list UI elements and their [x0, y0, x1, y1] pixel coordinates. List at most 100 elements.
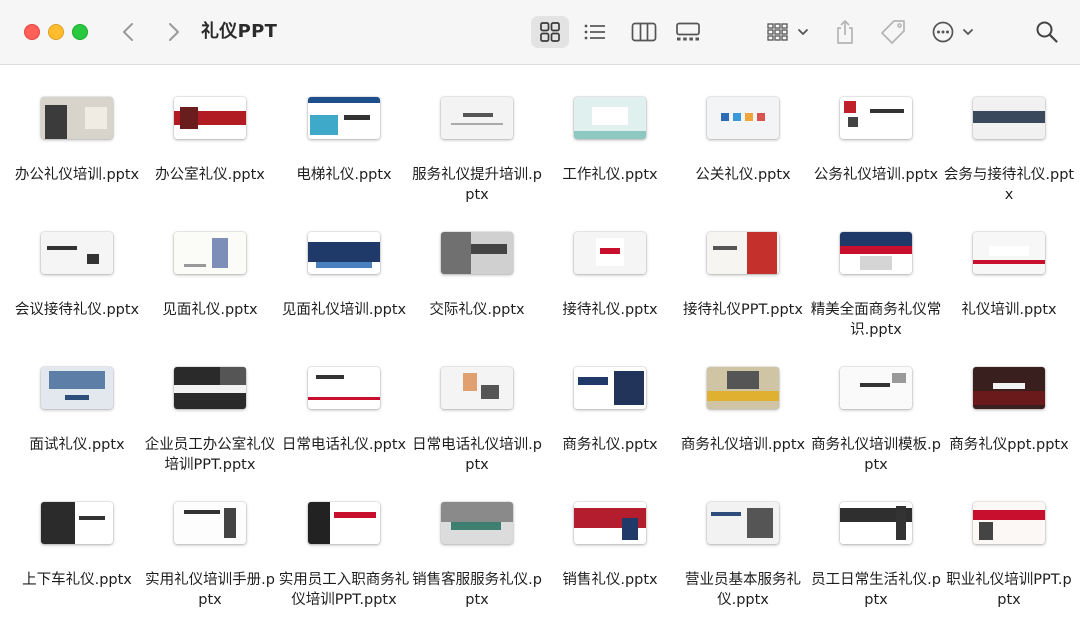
file-item[interactable]: 实用礼仪培训手册.pptx [143, 470, 277, 608]
file-thumbnail [441, 97, 513, 139]
file-name: 商务礼仪培训模板.pptx [811, 437, 941, 473]
file-name: 商务礼仪.pptx [562, 437, 658, 453]
column-view-icon [631, 22, 657, 42]
icon-view-button[interactable] [531, 16, 569, 48]
file-thumbnail [707, 502, 779, 544]
file-thumbnail [707, 97, 779, 139]
file-name: 会议接待礼仪.pptx [14, 302, 140, 318]
file-item[interactable]: 接待礼仪PPT.pptx [676, 200, 810, 320]
close-window-button[interactable] [24, 24, 40, 40]
file-item[interactable]: 商务礼仪.pptx [543, 335, 677, 455]
file-thumbnail [174, 502, 246, 544]
file-name: 商务礼仪ppt.pptx [949, 437, 1069, 453]
file-name: 职业礼仪培训PPT.pptx [946, 572, 1072, 608]
share-button[interactable] [832, 16, 858, 48]
file-item[interactable]: 礼仪培训.pptx [942, 200, 1076, 320]
toolbar: 礼仪PPT [0, 0, 1080, 65]
back-button[interactable] [118, 20, 140, 44]
share-icon [837, 20, 853, 44]
minimize-window-button[interactable] [48, 24, 64, 40]
file-thumbnail [973, 97, 1045, 139]
file-item[interactable]: 办公室礼仪.pptx [143, 65, 277, 185]
file-thumbnail [574, 367, 646, 409]
file-name: 办公室礼仪.pptx [155, 167, 265, 183]
file-thumbnail [441, 502, 513, 544]
file-thumbnail [308, 367, 380, 409]
file-name: 商务礼仪培训.pptx [680, 437, 806, 453]
chevron-right-icon [169, 23, 179, 41]
zoom-window-button[interactable] [72, 24, 88, 40]
file-item[interactable]: 工作礼仪.pptx [543, 65, 677, 185]
file-item[interactable]: 销售客服服务礼仪.pptx [410, 470, 544, 608]
file-thumbnail [41, 502, 113, 544]
file-item[interactable]: 商务礼仪ppt.pptx [942, 335, 1076, 455]
file-item[interactable]: 会议接待礼仪.pptx [10, 200, 144, 320]
file-item[interactable]: 公关礼仪.pptx [676, 65, 810, 185]
file-item[interactable]: 上下车礼仪.pptx [10, 470, 144, 590]
file-name: 见面礼仪培训.pptx [281, 302, 407, 318]
file-item[interactable]: 职业礼仪培训PPT.pptx [942, 470, 1076, 608]
file-thumbnail [41, 367, 113, 409]
search-button[interactable] [1032, 16, 1062, 48]
file-name: 销售客服服务礼仪.pptx [412, 572, 542, 608]
file-item[interactable]: 营业员基本服务礼仪.pptx [676, 470, 810, 608]
file-item[interactable]: 接待礼仪.pptx [543, 200, 677, 320]
file-name: 实用礼仪培训手册.pptx [145, 572, 275, 608]
file-name: 服务礼仪提升培训.pptx [412, 167, 542, 203]
file-item[interactable]: 见面礼仪培训.pptx [277, 200, 411, 320]
file-item[interactable]: 公务礼仪培训.pptx [809, 65, 943, 185]
group-by-icon [767, 23, 808, 41]
file-name: 礼仪培训.pptx [961, 302, 1057, 318]
tags-button[interactable] [877, 16, 909, 48]
file-thumbnail [441, 232, 513, 274]
window-title: 礼仪PPT [201, 21, 278, 42]
file-item[interactable]: 日常电话礼仪.pptx [277, 335, 411, 455]
file-item[interactable]: 员工日常生活礼仪.pptx [809, 470, 943, 608]
gallery-view-icon [676, 22, 700, 41]
more-icon [932, 21, 973, 43]
file-item[interactable]: 销售礼仪.pptx [543, 470, 677, 590]
file-item[interactable]: 实用员工入职商务礼仪培训PPT.pptx [277, 470, 411, 608]
gallery-view-button[interactable] [670, 16, 706, 48]
forward-button[interactable] [162, 20, 184, 44]
file-name: 交际礼仪.pptx [429, 302, 525, 318]
file-name: 精美全面商务礼仪常识.pptx [810, 302, 942, 338]
file-name: 公关礼仪.pptx [695, 167, 791, 183]
file-thumbnail [574, 502, 646, 544]
file-item[interactable]: 电梯礼仪.pptx [277, 65, 411, 185]
file-name: 营业员基本服务礼仪.pptx [685, 572, 801, 608]
file-item[interactable]: 会务与接待礼仪.pptx [942, 65, 1076, 203]
file-thumbnail [174, 97, 246, 139]
file-thumbnail [174, 232, 246, 274]
file-item[interactable]: 面试礼仪.pptx [10, 335, 144, 455]
file-name: 见面礼仪.pptx [162, 302, 258, 318]
more-actions-button[interactable] [930, 16, 978, 48]
file-thumbnail [308, 502, 380, 544]
file-name: 接待礼仪.pptx [562, 302, 658, 318]
file-item[interactable]: 办公礼仪培训.pptx [10, 65, 144, 185]
file-item[interactable]: 精美全面商务礼仪常识.pptx [809, 200, 943, 338]
file-item[interactable]: 商务礼仪培训模板.pptx [809, 335, 943, 473]
file-thumbnail [707, 367, 779, 409]
file-item[interactable]: 服务礼仪提升培训.pptx [410, 65, 544, 203]
file-item[interactable]: 日常电话礼仪培训.pptx [410, 335, 544, 473]
file-thumbnail [973, 502, 1045, 544]
file-thumbnail [840, 367, 912, 409]
file-item[interactable]: 企业员工办公室礼仪培训PPT.pptx [143, 335, 277, 473]
file-item[interactable]: 交际礼仪.pptx [410, 200, 544, 320]
file-thumbnail [308, 97, 380, 139]
file-thumbnail [308, 232, 380, 274]
file-item[interactable]: 见面礼仪.pptx [143, 200, 277, 320]
file-thumbnail [574, 232, 646, 274]
group-by-button[interactable] [764, 16, 814, 48]
list-view-button[interactable] [577, 16, 613, 48]
file-item[interactable]: 商务礼仪培训.pptx [676, 335, 810, 455]
file-thumbnail [840, 97, 912, 139]
file-thumbnail [973, 367, 1045, 409]
file-name: 上下车礼仪.pptx [22, 572, 132, 588]
icon-view-icon [540, 22, 560, 42]
file-thumbnail [41, 232, 113, 274]
column-view-button[interactable] [626, 16, 662, 48]
file-name: 会务与接待礼仪.pptx [943, 167, 1075, 203]
file-thumbnail [441, 367, 513, 409]
